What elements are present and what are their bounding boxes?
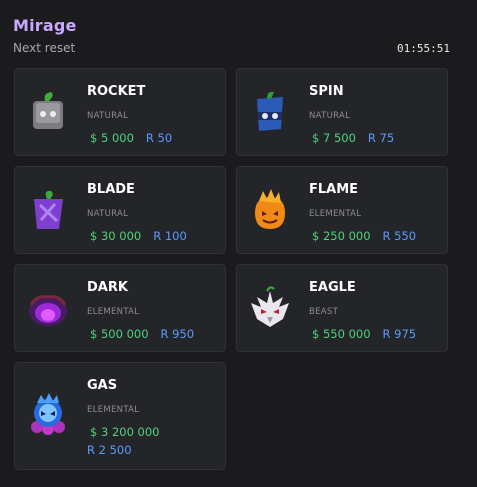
- dark-fruit-icon: [29, 295, 67, 326]
- fruit-card-blade[interactable]: BLADE NATURAL $ 30 000 R 100: [14, 166, 226, 254]
- spin-fruit-icon: [257, 91, 283, 131]
- reset-label: Next reset: [13, 41, 76, 55]
- robux-price: R 50: [145, 131, 173, 145]
- price-row: $ 30 000 R 100: [87, 229, 187, 243]
- fruit-card-flame[interactable]: FLAME ELEMENTAL $ 250 000 R 550: [236, 166, 448, 254]
- fruit-type: NATURAL: [87, 111, 129, 121]
- robux-price: R 100: [153, 229, 187, 243]
- gas-fruit-icon: [31, 393, 65, 435]
- flame-fruit-icon: [255, 189, 285, 229]
- fruit-type: NATURAL: [87, 209, 129, 219]
- fruit-card-dark[interactable]: DARK ELEMENTAL $ 500 000 R 950: [14, 264, 226, 352]
- money-price: $ 5 000: [90, 131, 134, 145]
- robux-price: R 75: [367, 131, 395, 145]
- reset-timer: 01:55:51: [397, 42, 450, 55]
- fruit-type: ELEMENTAL: [87, 307, 140, 317]
- fruit-name: DARK: [87, 280, 128, 295]
- robux-price: R 975: [382, 327, 417, 341]
- fruit-name: BLADE: [87, 182, 135, 197]
- price-row: $ 250 000 R 550: [309, 229, 416, 243]
- robux-price: R 950: [160, 327, 195, 341]
- eagle-fruit-icon: [251, 286, 289, 327]
- page-title: Mirage: [13, 16, 77, 35]
- money-price: $ 7 500: [312, 131, 356, 145]
- fruit-type: ELEMENTAL: [309, 209, 362, 219]
- fruit-name: SPIN: [309, 84, 344, 99]
- fruit-type: BEAST: [309, 307, 339, 317]
- money-price: $ 3 200 000: [90, 425, 160, 439]
- price-row: $ 500 000 R 950: [87, 327, 194, 341]
- price-row: $ 550 000 R 975: [309, 327, 416, 341]
- fruit-name: FLAME: [309, 182, 359, 197]
- fruit-card-spin[interactable]: SPIN NATURAL $ 7 500 R 75: [236, 68, 448, 156]
- fruit-type: ELEMENTAL: [87, 405, 140, 415]
- price-row: $ 3 200 000: [87, 425, 172, 439]
- fruit-name: GAS: [87, 378, 118, 393]
- fruit-card-eagle[interactable]: EAGLE BEAST $ 550 000 R 975: [236, 264, 448, 352]
- price-row: $ 7 500 R 75: [309, 131, 394, 145]
- blade-fruit-icon: [34, 190, 63, 229]
- fruit-name: EAGLE: [309, 280, 356, 295]
- money-price: $ 500 000: [90, 327, 149, 341]
- robux-price: R 2 500: [87, 443, 132, 457]
- money-price: $ 550 000: [312, 327, 371, 341]
- fruit-name: ROCKET: [87, 84, 146, 99]
- rocket-fruit-icon: [33, 92, 63, 129]
- money-price: $ 30 000: [90, 229, 142, 243]
- robux-price: R 550: [382, 229, 417, 243]
- money-price: $ 250 000: [312, 229, 371, 243]
- fruit-card-rocket[interactable]: ROCKET NATURAL $ 5 000 R 50: [14, 68, 226, 156]
- price-row: $ 5 000 R 50: [87, 131, 172, 145]
- fruit-card-gas[interactable]: GAS ELEMENTAL $ 3 200 000 R 2 500: [14, 362, 226, 470]
- fruit-type: NATURAL: [309, 111, 351, 121]
